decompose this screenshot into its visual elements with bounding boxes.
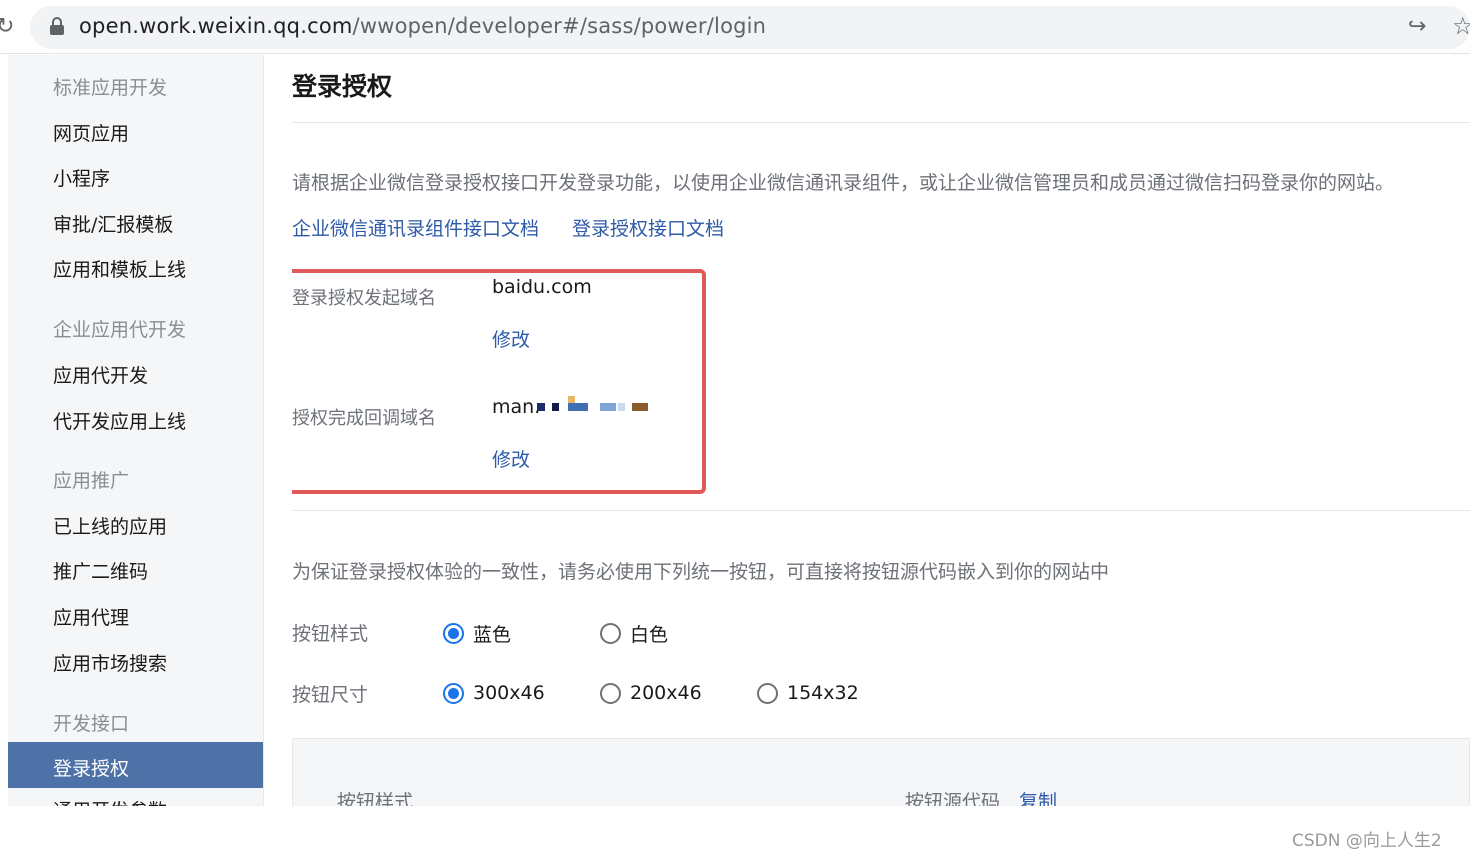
sidebar-group-title: 标准应用开发 bbox=[53, 77, 168, 99]
url-path: /wwopen/developer#/sass/power/login bbox=[352, 14, 767, 38]
sidebar-nav: 标准应用开发 网页应用 小程序 审批/汇报模板 应用和模板上线 企业应用代开发 … bbox=[8, 55, 263, 806]
button-preview-panel: 按钮样式 按钮源代码 复制 bbox=[292, 738, 1470, 806]
preview-code-header: 按钮源代码 bbox=[905, 791, 1001, 806]
contacts-component-doc-link[interactable]: 企业微信通讯录组件接口文档 bbox=[292, 214, 539, 241]
sidebar-item-approval-template[interactable]: 审批/汇报模板 bbox=[53, 210, 173, 237]
sidebar-item-label: 登录授权 bbox=[53, 758, 130, 780]
lock-icon[interactable] bbox=[50, 17, 64, 35]
button-size-label: 按钮尺寸 bbox=[292, 684, 369, 706]
sidebar-item-web-app[interactable]: 网页应用 bbox=[53, 119, 129, 146]
button-section-description: 为保证登录授权体验的一致性，请务必使用下列统一按钮，可直接将按钮源代码嵌入到你的… bbox=[292, 561, 1110, 583]
size-154x32-radio[interactable]: 154x32 bbox=[757, 682, 859, 704]
edit-initiate-domain-button[interactable]: 修改 bbox=[492, 325, 530, 352]
page-description: 请根据企业微信登录授权接口开发登录功能，以使用企业微信通讯录组件，或让企业微信管… bbox=[292, 172, 1395, 194]
radio-unchecked-icon bbox=[600, 682, 621, 704]
style-blue-label: 蓝色 bbox=[473, 624, 512, 646]
sidebar-item-mini-program[interactable]: 小程序 bbox=[53, 164, 110, 191]
callback-domain-value: man. bbox=[492, 396, 541, 418]
radio-checked-icon bbox=[443, 623, 464, 644]
style-blue-radio[interactable]: 蓝色 bbox=[443, 620, 511, 647]
initiate-domain-label: 登录授权发起域名 bbox=[292, 288, 436, 309]
copy-code-button[interactable]: 复制 bbox=[1019, 787, 1057, 806]
size-200x46-label: 200x46 bbox=[630, 682, 702, 704]
size-154x32-label: 154x32 bbox=[787, 682, 859, 704]
sidebar-divider bbox=[263, 55, 264, 806]
size-300x46-radio[interactable]: 300x46 bbox=[443, 682, 545, 704]
sidebar-item-market-search[interactable]: 应用市场搜索 bbox=[53, 649, 167, 676]
page-title: 登录授权 bbox=[292, 72, 393, 101]
callback-domain-label: 授权完成回调域名 bbox=[292, 408, 436, 429]
sidebar-item-promo-qrcode[interactable]: 推广二维码 bbox=[53, 557, 148, 584]
bookmark-star-icon[interactable]: ☆ bbox=[1452, 12, 1470, 40]
radio-checked-icon bbox=[443, 682, 464, 704]
redaction-mosaic bbox=[618, 403, 625, 411]
radio-unchecked-icon bbox=[757, 682, 778, 704]
divider bbox=[292, 510, 1470, 511]
url-host: open.work.weixin.qq.com bbox=[79, 14, 353, 38]
login-auth-doc-link[interactable]: 登录授权接口文档 bbox=[572, 214, 724, 241]
main-content: 登录授权 请根据企业微信登录授权接口开发登录功能，以使用企业微信通讯录组件，或让… bbox=[292, 55, 1470, 806]
size-200x46-radio[interactable]: 200x46 bbox=[600, 682, 702, 704]
radio-unchecked-icon bbox=[600, 623, 621, 644]
preview-style-header: 按钮样式 bbox=[337, 791, 414, 806]
sidebar-item-agent-dev[interactable]: 应用代开发 bbox=[53, 361, 148, 388]
redaction-mosaic bbox=[552, 403, 559, 411]
url-text[interactable]: open.work.weixin.qq.com/wwopen/developer… bbox=[79, 14, 766, 38]
sidebar-item-launched-apps[interactable]: 已上线的应用 bbox=[53, 512, 167, 539]
style-white-label: 白色 bbox=[630, 624, 669, 646]
watermark: CSDN @向上人生2 bbox=[1292, 831, 1442, 851]
sidebar-group-title: 开发接口 bbox=[53, 713, 130, 735]
sidebar-item-agent-launch[interactable]: 代开发应用上线 bbox=[53, 407, 186, 434]
redaction-mosaic bbox=[600, 403, 616, 411]
divider bbox=[292, 122, 1470, 123]
redaction-mosaic bbox=[568, 403, 588, 411]
browser-address-bar: ↻ open.work.weixin.qq.com/wwopen/develop… bbox=[0, 0, 1470, 54]
sidebar-item-general-params[interactable]: 通用开发参数 bbox=[53, 796, 167, 806]
style-white-radio[interactable]: 白色 bbox=[600, 620, 668, 647]
sidebar-item-login-auth[interactable] bbox=[8, 742, 263, 788]
sidebar-group-title: 应用推广 bbox=[53, 470, 130, 492]
initiate-domain-value: baidu.com bbox=[492, 276, 592, 298]
size-300x46-label: 300x46 bbox=[473, 682, 545, 704]
share-icon[interactable]: ↪ bbox=[1408, 14, 1426, 39]
sidebar-item-app-agent[interactable]: 应用代理 bbox=[53, 603, 129, 630]
redaction-mosaic bbox=[537, 403, 545, 411]
redaction-mosaic bbox=[632, 403, 648, 411]
sidebar-item-app-launch[interactable]: 应用和模板上线 bbox=[53, 255, 186, 282]
edit-callback-domain-button[interactable]: 修改 bbox=[492, 445, 530, 472]
reload-icon[interactable]: ↻ bbox=[0, 14, 14, 39]
button-style-label: 按钮样式 bbox=[292, 623, 369, 645]
sidebar-group-title: 企业应用代开发 bbox=[53, 319, 187, 341]
